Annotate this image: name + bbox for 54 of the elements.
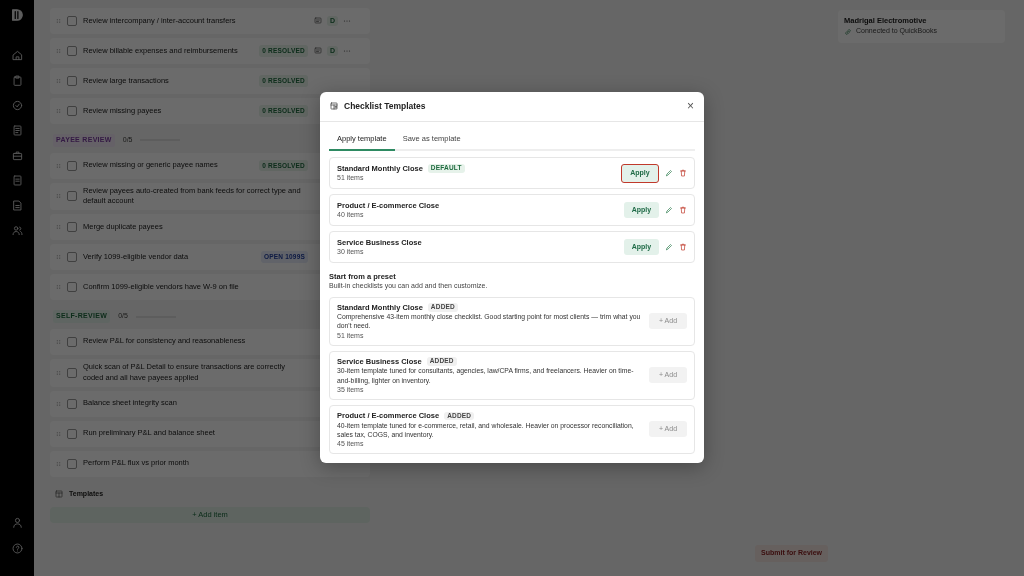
delete-icon[interactable]	[679, 206, 687, 214]
drag-handle-icon[interactable]	[56, 429, 61, 438]
drag-handle-icon[interactable]	[56, 399, 61, 408]
drag-handle-icon[interactable]	[56, 77, 61, 85]
drag-handle-icon[interactable]	[56, 283, 61, 292]
ledger-icon[interactable]	[11, 125, 23, 136]
checkbox[interactable]	[67, 46, 77, 56]
delete-icon[interactable]	[679, 169, 687, 177]
checkbox[interactable]	[67, 282, 77, 293]
checkbox[interactable]	[67, 458, 77, 469]
check-circle-icon[interactable]	[11, 100, 23, 111]
checkbox[interactable]	[67, 191, 77, 202]
link-icon	[844, 27, 852, 36]
edit-icon[interactable]	[665, 243, 673, 251]
drag-handle-icon[interactable]	[56, 223, 61, 232]
delete-icon[interactable]	[679, 243, 687, 251]
user-icon[interactable]	[11, 517, 23, 528]
briefcase-icon[interactable]	[11, 150, 23, 161]
report-icon[interactable]	[11, 175, 23, 186]
home-icon[interactable]	[11, 50, 23, 61]
drag-handle-icon[interactable]	[56, 192, 61, 201]
drag-handle-icon[interactable]	[56, 253, 61, 262]
more-icon[interactable]	[343, 17, 352, 25]
drag-handle-icon[interactable]	[56, 161, 61, 170]
drag-handle-icon[interactable]	[56, 17, 61, 25]
checkbox[interactable]	[67, 76, 77, 86]
logo-icon[interactable]	[10, 8, 24, 22]
checkbox[interactable]	[67, 222, 77, 233]
template-icon	[330, 102, 338, 111]
checkbox[interactable]	[67, 160, 77, 171]
checkbox[interactable]	[67, 16, 77, 26]
clipboard-icon[interactable]	[11, 75, 23, 86]
checkbox[interactable]	[67, 367, 77, 378]
template-icon	[55, 489, 63, 498]
drag-handle-icon[interactable]	[56, 107, 61, 115]
drag-handle-icon[interactable]	[56, 459, 61, 468]
comment-icon[interactable]	[314, 47, 322, 55]
checkbox[interactable]	[67, 398, 77, 409]
checkbox[interactable]	[67, 252, 77, 263]
drag-handle-icon[interactable]	[56, 47, 61, 55]
modal-title: Checklist Templates	[344, 100, 427, 113]
drag-handle-icon[interactable]	[56, 368, 61, 377]
checkbox[interactable]	[67, 336, 77, 347]
edit-icon[interactable]	[665, 169, 673, 177]
document-icon[interactable]	[11, 200, 23, 211]
more-icon[interactable]	[343, 47, 352, 55]
checkbox[interactable]	[67, 428, 77, 439]
checkbox[interactable]	[67, 106, 77, 116]
edit-icon[interactable]	[665, 206, 673, 214]
comment-icon[interactable]	[314, 17, 322, 25]
people-icon[interactable]	[11, 225, 23, 236]
drag-handle-icon[interactable]	[56, 337, 61, 346]
help-icon[interactable]	[11, 543, 23, 554]
close-button[interactable]: ×	[687, 100, 694, 113]
